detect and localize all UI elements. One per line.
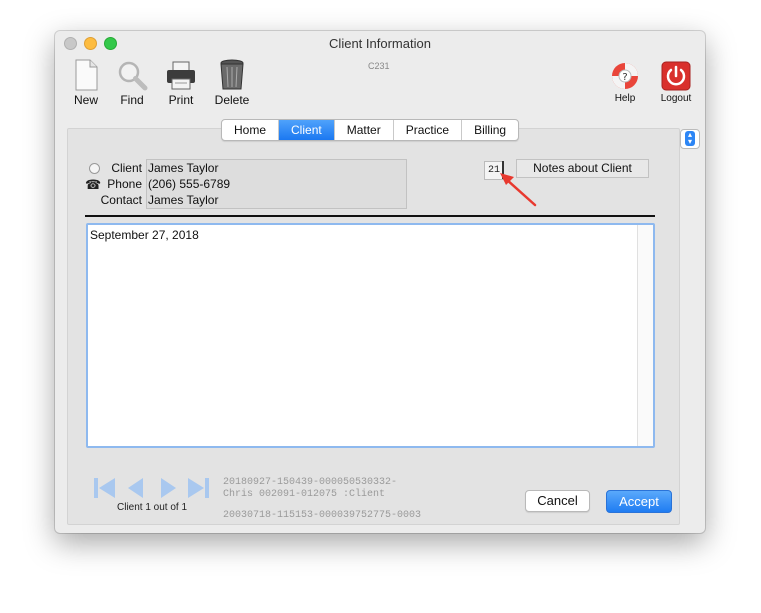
client-value[interactable]: James Taylor xyxy=(148,161,218,175)
tab-client[interactable]: Client xyxy=(279,120,335,140)
svg-text:?: ? xyxy=(622,72,627,83)
tab-practice[interactable]: Practice xyxy=(394,120,463,140)
new-document-icon xyxy=(75,59,98,91)
next-record-icon[interactable] xyxy=(159,477,177,499)
accept-button[interactable]: Accept xyxy=(606,490,672,513)
meta-line-1: 20180927-150439-000050530332- xyxy=(223,477,398,488)
notes-about-client-button[interactable]: Notes about Client xyxy=(516,159,649,178)
new-label: New xyxy=(73,93,98,107)
magnifier-icon xyxy=(118,61,148,91)
section-divider xyxy=(85,215,655,217)
record-status: Client 1 out of 1 xyxy=(117,502,188,513)
phone-value[interactable]: (206) 555-6789 xyxy=(148,177,230,191)
delete-button[interactable]: Delete xyxy=(212,59,252,107)
chevron-updown-icon: ▴ ▾ xyxy=(685,131,695,146)
power-icon xyxy=(661,61,691,91)
logout-label: Logout xyxy=(660,93,692,104)
meta-line-3: 20030718-115153-000039752775-0003 xyxy=(223,510,422,521)
first-record-icon[interactable] xyxy=(93,477,117,499)
notes-count: 21 xyxy=(484,161,504,180)
last-record-icon[interactable] xyxy=(186,477,210,499)
client-information-window: Client Information C231 New Find Print D… xyxy=(55,31,705,533)
contact-value[interactable]: James Taylor xyxy=(148,193,218,207)
notes-text: September 27, 2018 xyxy=(90,228,199,242)
layout-code: C231 xyxy=(368,61,390,71)
new-button[interactable]: New xyxy=(69,59,103,107)
print-button[interactable]: Print xyxy=(163,59,199,107)
printer-icon xyxy=(167,61,195,90)
notes-count-separator xyxy=(502,161,504,179)
phone-label: Phone xyxy=(107,177,142,191)
tab-home[interactable]: Home xyxy=(222,120,280,140)
notes-scrollbar[interactable] xyxy=(637,225,653,446)
tab-matter[interactable]: Matter xyxy=(335,120,394,140)
client-label: Client xyxy=(111,161,142,175)
help-label: Help xyxy=(614,93,636,104)
trash-can-icon xyxy=(220,59,244,90)
notes-textarea[interactable]: September 27, 2018 xyxy=(86,223,655,448)
tab-billing[interactable]: Billing xyxy=(462,120,518,140)
print-label: Print xyxy=(168,93,194,107)
title-bar: Client Information xyxy=(55,31,705,53)
delete-label: Delete xyxy=(214,93,250,107)
layout-popup-button[interactable]: ▴ ▾ xyxy=(680,129,700,149)
tab-bar: Home Client Matter Practice Billing xyxy=(221,119,520,141)
cancel-button[interactable]: Cancel xyxy=(525,490,590,512)
find-label: Find xyxy=(120,93,144,107)
find-button[interactable]: Find xyxy=(115,59,149,107)
lifebuoy-help-icon: ? xyxy=(612,63,638,89)
contact-label: Contact xyxy=(100,193,142,207)
window-title: Client Information xyxy=(329,36,431,51)
logout-button[interactable]: Logout xyxy=(656,61,696,104)
meta-line-2: Chris 002091-012075 :Client xyxy=(223,489,386,500)
help-button[interactable]: ? Help xyxy=(607,61,643,104)
previous-record-icon[interactable] xyxy=(127,477,145,499)
